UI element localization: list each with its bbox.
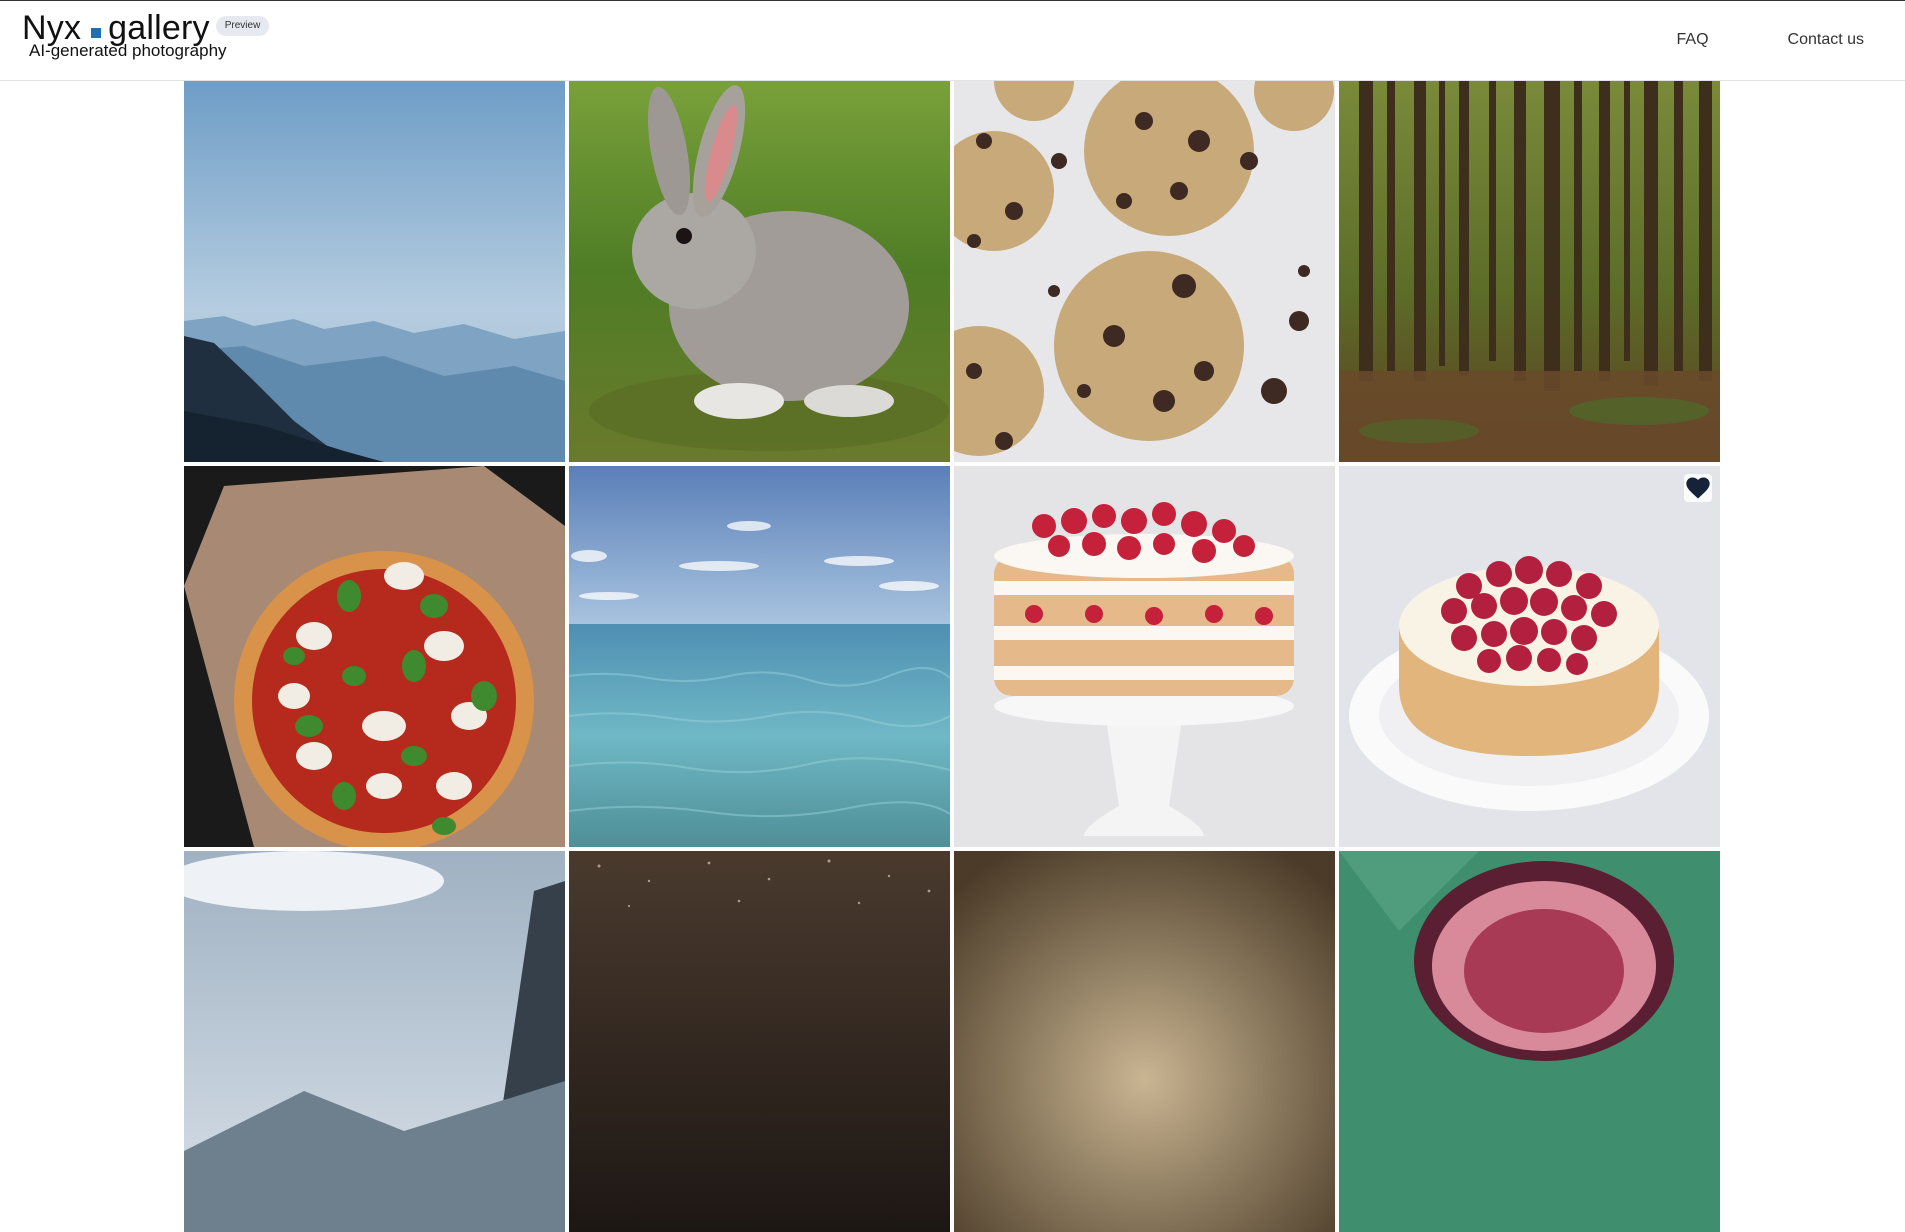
rabbit-image	[569, 81, 950, 462]
image-grid	[184, 81, 1720, 1232]
brand-tagline: AI-generated photography	[29, 41, 227, 60]
fig-image	[1339, 851, 1720, 1232]
brand-dot-mark	[91, 28, 102, 38]
gallery-image-speckled-sky[interactable]	[569, 851, 950, 1232]
gallery-image-mountains[interactable]	[184, 81, 565, 462]
preview-badge: Preview	[215, 16, 270, 36]
top-nav: FAQ Contact us	[1677, 31, 1865, 49]
gallery-image-cookies[interactable]	[954, 81, 1335, 462]
speckled-sky-image	[569, 851, 950, 1232]
gallery-image-fig[interactable]	[1339, 851, 1720, 1232]
cloudy-mountain-image	[184, 851, 565, 1232]
cookies-image	[954, 81, 1335, 462]
heart-icon	[1686, 477, 1710, 499]
pizza-image	[184, 466, 565, 847]
brown-backdrop-image	[954, 851, 1335, 1232]
gallery-image-rabbit[interactable]	[569, 81, 950, 462]
strawberry-cake-image	[954, 466, 1335, 847]
gallery-image-cloudy-mountain[interactable]	[184, 851, 565, 1232]
gallery-image-strawberry-cake[interactable]	[954, 466, 1335, 847]
gallery-image-ocean[interactable]	[569, 466, 950, 847]
forest-image	[1339, 81, 1720, 462]
ocean-image	[569, 466, 950, 847]
top-bar: Nyx gallery Preview AI-generated photogr…	[0, 0, 1905, 81]
nav-faq-link[interactable]: FAQ	[1677, 31, 1709, 49]
gallery-image-raspberry-tart[interactable]	[1339, 466, 1720, 847]
gallery-image-brown-backdrop[interactable]	[954, 851, 1335, 1232]
favorite-heart-icon[interactable]	[1684, 474, 1712, 502]
raspberry-tart-image	[1339, 466, 1720, 847]
mountains-image	[184, 81, 565, 462]
gallery-image-forest[interactable]	[1339, 81, 1720, 462]
nav-contact-link[interactable]: Contact us	[1788, 31, 1864, 49]
gallery-image-pizza[interactable]	[184, 466, 565, 847]
